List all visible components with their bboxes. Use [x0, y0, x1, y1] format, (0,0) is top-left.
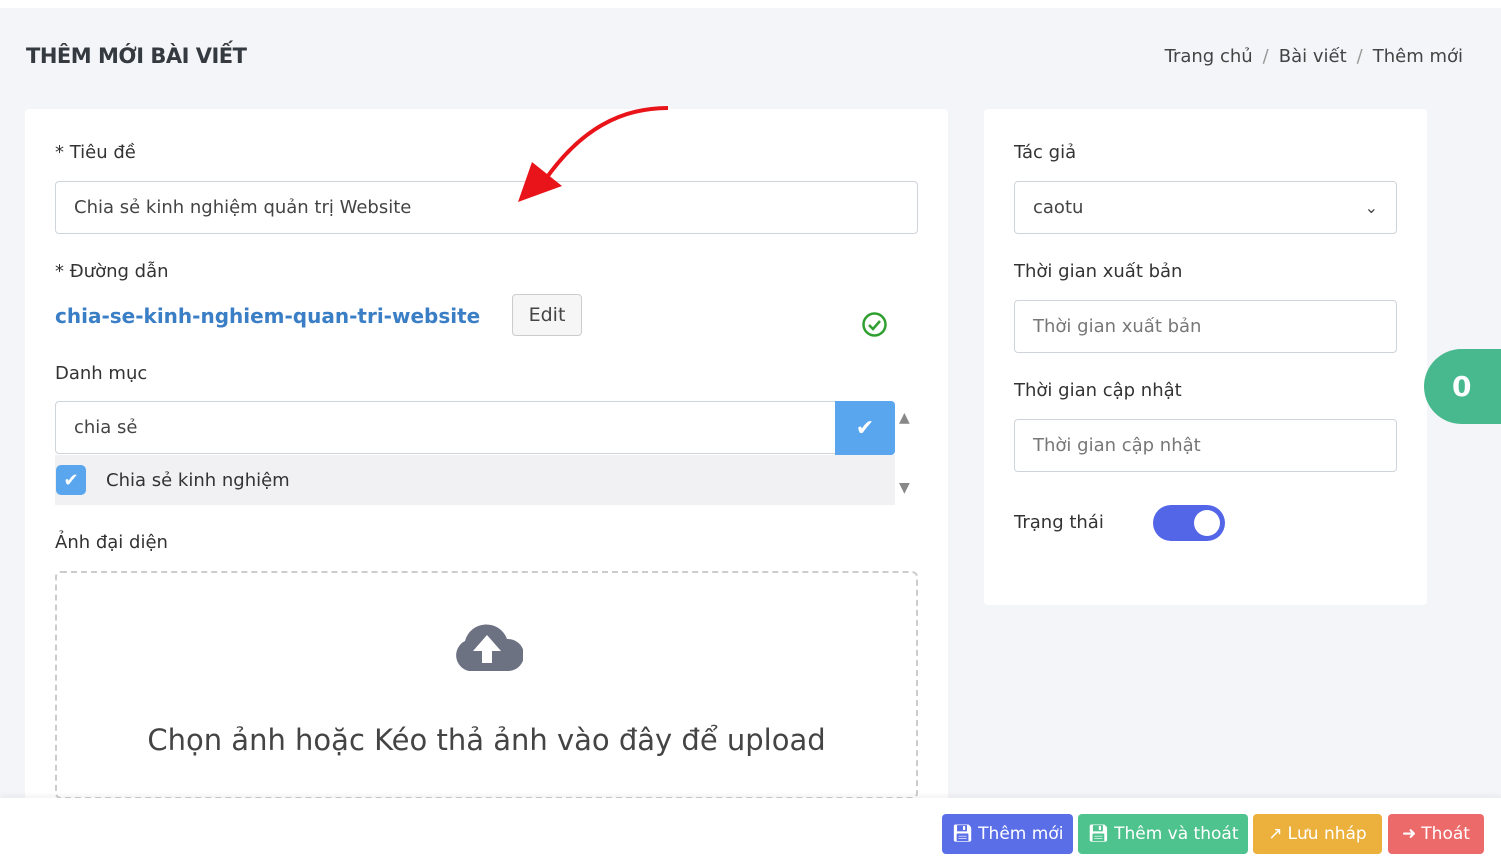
update-time-input[interactable]: Thời gian cập nhật: [1014, 419, 1397, 472]
title-input[interactable]: Chia sẻ kinh nghiệm quản trị Website: [55, 181, 918, 234]
image-label: Ảnh đại diện: [55, 532, 168, 553]
author-select[interactable]: caotu ⌄: [1014, 181, 1397, 234]
scroll-down-icon[interactable]: ▼: [899, 480, 910, 496]
add-and-exit-button[interactable]: 💾︎ Thêm và thoát: [1078, 814, 1248, 854]
select-all-button[interactable]: ✔: [835, 401, 895, 455]
author-label: Tác giả: [1014, 142, 1077, 163]
breadcrumb-home[interactable]: Trang chủ: [1165, 46, 1253, 67]
chevron-down-icon: ⌄: [1364, 198, 1378, 217]
sign-out-icon: ➜: [1402, 824, 1417, 844]
slug-label: * Đường dẫn: [55, 261, 169, 282]
counter-badge[interactable]: 0: [1424, 349, 1501, 424]
image-dropzone[interactable]: Chọn ảnh hoặc Kéo thả ảnh vào đây để upl…: [55, 571, 918, 799]
status-toggle[interactable]: [1153, 505, 1225, 541]
checkbox-checked-icon[interactable]: ✔: [56, 465, 86, 495]
author-value: caotu: [1033, 197, 1084, 218]
breadcrumb: Trang chủ / Bài viết / Thêm mới: [1165, 46, 1463, 67]
breadcrumb-separator: /: [1262, 46, 1269, 67]
add-and-exit-label: Thêm và thoát: [1114, 824, 1239, 844]
annotation-arrow-icon: [518, 106, 669, 202]
save-icon: 💾︎: [1087, 824, 1110, 844]
upload-instructions: Chọn ảnh hoặc Kéo thả ảnh vào đây để upl…: [147, 723, 826, 757]
cloud-upload-icon: [456, 624, 523, 671]
slug-link[interactable]: chia-se-kinh-nghiem-quan-tri-website: [55, 304, 480, 328]
category-option[interactable]: ✔ Chia sẻ kinh nghiệm: [55, 455, 895, 505]
top-strip: [0, 0, 1501, 8]
publish-time-label: Thời gian xuất bản: [1014, 261, 1183, 282]
page-title: THÊM MỚI BÀI VIẾT: [26, 44, 247, 68]
double-check-icon: ✔: [855, 415, 875, 441]
breadcrumb-current: Thêm mới: [1372, 46, 1463, 67]
exit-button[interactable]: ➜ Thoát: [1388, 814, 1484, 854]
add-label: Thêm mới: [978, 824, 1064, 844]
category-search-input[interactable]: chia sẻ: [55, 401, 836, 454]
category-option-label: Chia sẻ kinh nghiệm: [106, 469, 290, 491]
category-label: Danh mục: [55, 363, 148, 384]
breadcrumb-posts[interactable]: Bài viết: [1279, 46, 1347, 67]
breadcrumb-separator: /: [1356, 46, 1363, 67]
edit-slug-button[interactable]: Edit: [512, 294, 582, 336]
share-icon: ↗: [1268, 824, 1283, 844]
publish-time-placeholder: Thời gian xuất bản: [1033, 316, 1202, 337]
update-time-placeholder: Thời gian cập nhật: [1033, 435, 1201, 456]
publish-time-input[interactable]: Thời gian xuất bản: [1014, 300, 1397, 353]
exit-label: Thoát: [1421, 824, 1470, 844]
save-icon: 💾︎: [951, 824, 974, 844]
status-label: Trạng thái: [1014, 512, 1104, 533]
scroll-up-icon[interactable]: ▲: [899, 410, 910, 426]
add-button[interactable]: 💾︎ Thêm mới: [942, 814, 1073, 854]
save-draft-label: Lưu nháp: [1287, 824, 1367, 844]
update-time-label: Thời gian cập nhật: [1014, 380, 1182, 401]
check-circle-icon: [862, 312, 887, 337]
save-draft-button[interactable]: ↗ Lưu nháp: [1253, 814, 1382, 854]
title-label: * Tiêu đề: [55, 142, 136, 163]
